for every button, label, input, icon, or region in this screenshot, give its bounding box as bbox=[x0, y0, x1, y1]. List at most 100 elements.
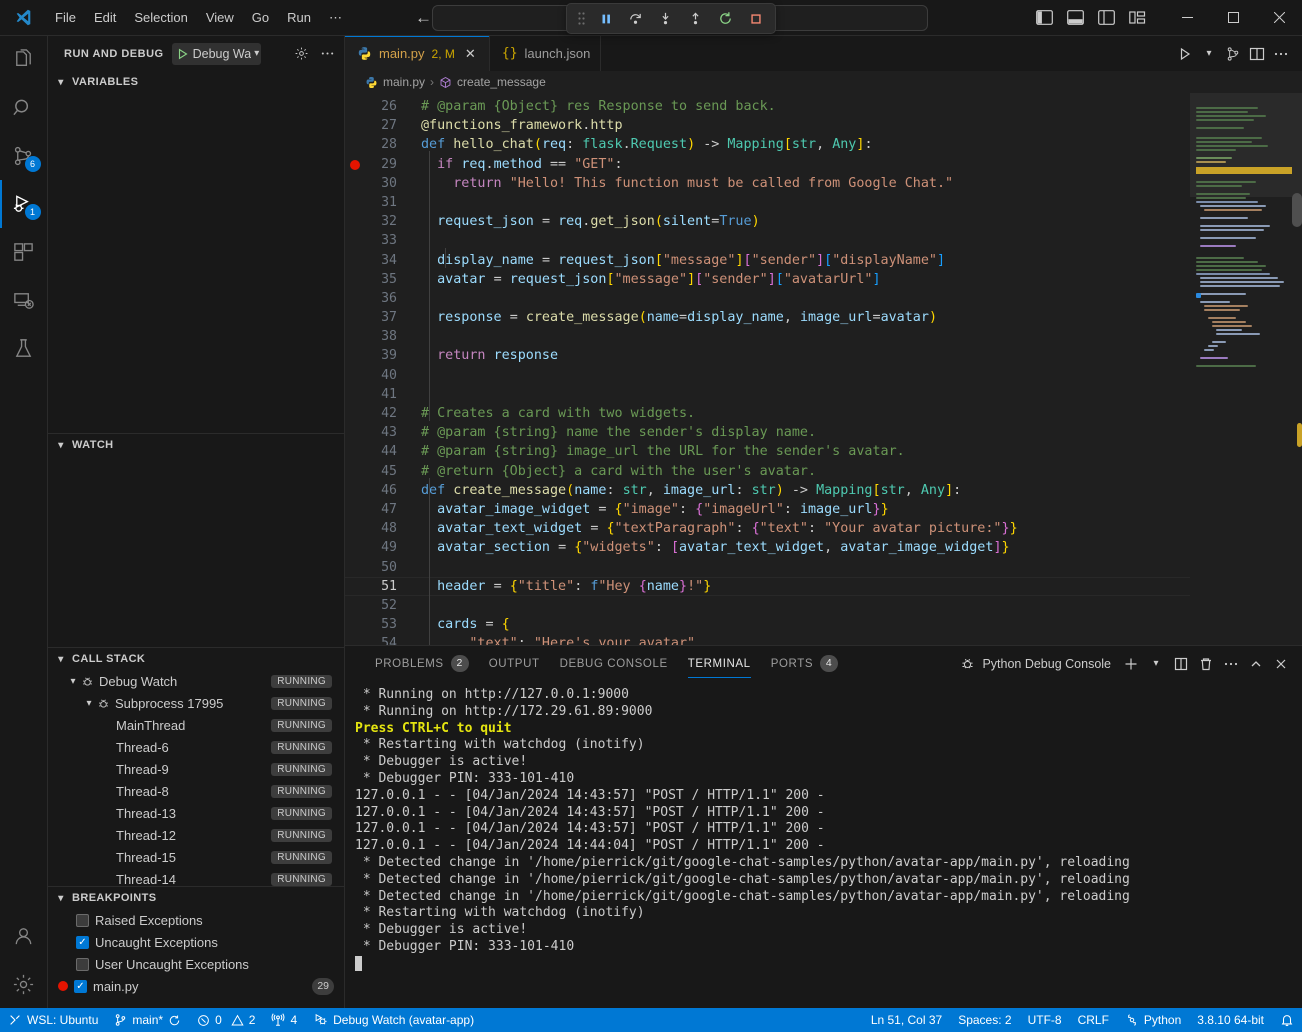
debug-icon bbox=[81, 675, 94, 688]
status-line-endings[interactable]: CRLF bbox=[1070, 1008, 1117, 1032]
split-source-control-icon[interactable] bbox=[1222, 43, 1244, 65]
status-problems[interactable]: 0 2 bbox=[189, 1008, 263, 1032]
checkbox[interactable]: ✓ bbox=[74, 980, 87, 993]
ports-badge: 4 bbox=[820, 655, 838, 672]
terminal-output[interactable]: * Running on http://127.0.0.1:9000 * Run… bbox=[345, 681, 1302, 1008]
activity-settings[interactable] bbox=[0, 960, 48, 1008]
checkbox[interactable] bbox=[76, 914, 89, 927]
tab-launch-json[interactable]: {} launch.json bbox=[490, 36, 601, 71]
split-terminal-icon[interactable] bbox=[1170, 653, 1192, 675]
call-stack-thread[interactable]: Thread-6 RUNNING bbox=[48, 736, 344, 758]
menu-run[interactable]: Run bbox=[278, 7, 320, 28]
call-stack-thread[interactable]: Thread-12 RUNNING bbox=[48, 824, 344, 846]
tab-terminal[interactable]: TERMINAL bbox=[678, 646, 761, 681]
terminal-line: * Debugger is active! bbox=[355, 754, 527, 769]
chevron-down-icon[interactable]: ▾ bbox=[1145, 653, 1167, 675]
call-stack-state: RUNNING bbox=[271, 719, 332, 732]
call-stack-thread[interactable]: Thread-14 RUNNING bbox=[48, 868, 344, 886]
status-debug-session[interactable]: Debug Watch (avatar-app) bbox=[305, 1008, 482, 1032]
window-maximize-button[interactable] bbox=[1210, 0, 1256, 36]
activity-extensions[interactable] bbox=[0, 228, 48, 276]
window-close-button[interactable] bbox=[1256, 0, 1302, 36]
editor-scrollbar[interactable] bbox=[1292, 193, 1302, 227]
menu-view[interactable]: View bbox=[197, 7, 243, 28]
tab-debug-console[interactable]: DEBUG CONSOLE bbox=[550, 646, 678, 681]
debug-stop-button[interactable] bbox=[742, 6, 769, 31]
window-minimize-button[interactable] bbox=[1164, 0, 1210, 36]
close-icon[interactable]: ✕ bbox=[462, 45, 479, 62]
menu-selection[interactable]: Selection bbox=[125, 7, 196, 28]
gear-icon[interactable] bbox=[290, 43, 312, 65]
more-actions-icon[interactable] bbox=[1220, 653, 1242, 675]
call-stack-subprocess[interactable]: ▾ Subprocess 17995 RUNNING bbox=[48, 692, 344, 714]
call-stack-thread[interactable]: Thread-9 RUNNING bbox=[48, 758, 344, 780]
toggle-primary-sidebar-icon[interactable] bbox=[1036, 10, 1053, 25]
activity-run-and-debug[interactable]: 1 bbox=[0, 180, 48, 228]
debug-step-over-button[interactable] bbox=[622, 6, 649, 31]
status-language-mode[interactable]: Python bbox=[1117, 1008, 1189, 1032]
pane-breakpoints-header[interactable]: ▾ BREAKPOINTS bbox=[48, 887, 344, 909]
tab-output[interactable]: OUTPUT bbox=[479, 646, 550, 681]
menu-edit[interactable]: Edit bbox=[85, 7, 125, 28]
customize-layout-icon[interactable] bbox=[1129, 10, 1146, 25]
toggle-secondary-sidebar-icon[interactable] bbox=[1098, 10, 1115, 25]
pane-watch-header[interactable]: ▾ WATCH bbox=[48, 434, 344, 456]
status-encoding[interactable]: UTF-8 bbox=[1020, 1008, 1070, 1032]
debug-pause-button[interactable] bbox=[592, 6, 619, 31]
status-remote-host[interactable]: WSL: Ubuntu bbox=[0, 1008, 106, 1032]
checkbox[interactable] bbox=[76, 958, 89, 971]
close-panel-icon[interactable] bbox=[1270, 653, 1292, 675]
new-terminal-icon[interactable] bbox=[1120, 653, 1142, 675]
status-python-interpreter[interactable]: 3.8.10 64-bit bbox=[1189, 1008, 1272, 1032]
menu-file[interactable]: File bbox=[46, 7, 85, 28]
go-back-icon[interactable]: ← bbox=[415, 9, 432, 26]
active-terminal-name[interactable]: Python Debug Console bbox=[960, 656, 1117, 671]
cursor-position-label: Ln 51, Col 37 bbox=[871, 1013, 942, 1027]
tab-problems[interactable]: PROBLEMS 2 bbox=[365, 646, 479, 681]
breadcrumb-file[interactable]: main.py bbox=[383, 75, 425, 89]
more-actions-icon[interactable] bbox=[1270, 43, 1292, 65]
run-python-file-icon[interactable] bbox=[1174, 43, 1196, 65]
breakpoint-user-uncaught-exceptions[interactable]: User Uncaught Exceptions bbox=[48, 953, 344, 975]
call-stack-thread[interactable]: Thread-8 RUNNING bbox=[48, 780, 344, 802]
call-stack-session[interactable]: ▾ Debug Watch RUNNING bbox=[48, 670, 344, 692]
status-git-branch[interactable]: main* bbox=[106, 1008, 189, 1032]
activity-source-control[interactable]: 6 bbox=[0, 132, 48, 180]
pane-variables-header[interactable]: ▾ VARIABLES bbox=[48, 71, 344, 93]
status-indentation[interactable]: Spaces: 2 bbox=[950, 1008, 1019, 1032]
activity-explorer[interactable] bbox=[0, 36, 48, 84]
status-cursor-position[interactable]: Ln 51, Col 37 bbox=[863, 1008, 950, 1032]
launch-configuration-select[interactable]: Debug Wa ▾ bbox=[172, 43, 262, 65]
status-notifications[interactable] bbox=[1272, 1008, 1302, 1032]
activity-testing[interactable] bbox=[0, 324, 48, 372]
checkbox[interactable]: ✓ bbox=[76, 936, 89, 949]
toggle-panel-icon[interactable] bbox=[1067, 10, 1084, 25]
kill-terminal-icon[interactable] bbox=[1195, 653, 1217, 675]
debug-restart-button[interactable] bbox=[712, 6, 739, 31]
more-actions-icon[interactable] bbox=[316, 43, 338, 65]
status-ports[interactable]: 4 bbox=[263, 1008, 305, 1032]
breadcrumb-symbol[interactable]: create_message bbox=[457, 75, 546, 89]
activity-accounts[interactable] bbox=[0, 912, 48, 960]
menu-go[interactable]: Go bbox=[243, 7, 278, 28]
activity-remote-explorer[interactable] bbox=[0, 276, 48, 324]
menu-more[interactable]: ⋯ bbox=[320, 7, 351, 29]
debug-toolbar-grip-icon[interactable] bbox=[573, 12, 589, 25]
call-stack-thread[interactable]: Thread-13 RUNNING bbox=[48, 802, 344, 824]
editor-minimap[interactable] bbox=[1190, 93, 1302, 645]
breakpoint-raised-exceptions[interactable]: Raised Exceptions bbox=[48, 909, 344, 931]
debug-step-out-button[interactable] bbox=[682, 6, 709, 31]
breakpoint-uncaught-exceptions[interactable]: ✓ Uncaught Exceptions bbox=[48, 931, 344, 953]
debug-step-into-button[interactable] bbox=[652, 6, 679, 31]
tab-main-py[interactable]: main.py 2, M ✕ bbox=[345, 36, 490, 71]
call-stack-thread[interactable]: MainThread RUNNING bbox=[48, 714, 344, 736]
activity-search[interactable] bbox=[0, 84, 48, 132]
split-editor-icon[interactable] bbox=[1246, 43, 1268, 65]
maximize-panel-icon[interactable] bbox=[1245, 653, 1267, 675]
tab-ports[interactable]: PORTS 4 bbox=[761, 646, 848, 681]
breakpoint-main-py[interactable]: ✓ main.py 29 bbox=[48, 975, 344, 997]
pane-call-stack-header[interactable]: ▾ CALL STACK bbox=[48, 648, 344, 670]
chevron-down-icon[interactable]: ▾ bbox=[1198, 43, 1220, 65]
code-content[interactable]: 26# @param {Object} res Response to send… bbox=[345, 93, 1190, 645]
call-stack-thread[interactable]: Thread-15 RUNNING bbox=[48, 846, 344, 868]
